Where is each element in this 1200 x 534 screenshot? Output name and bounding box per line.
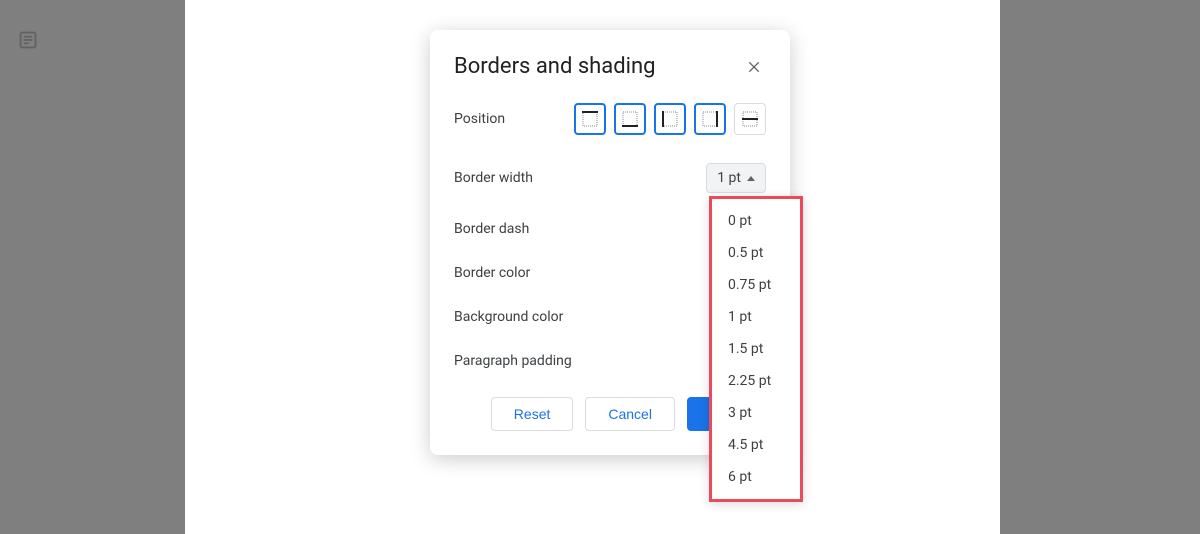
border-right-button[interactable] bbox=[694, 103, 726, 135]
close-button[interactable] bbox=[742, 55, 766, 79]
border-width-select[interactable]: 1 pt bbox=[706, 163, 766, 193]
border-dash-label: Border dash bbox=[454, 221, 529, 237]
cancel-button[interactable]: Cancel bbox=[585, 397, 675, 431]
width-value: 1 pt bbox=[717, 170, 741, 186]
width-option-2-25[interactable]: 2.25 pt bbox=[712, 365, 800, 397]
border-width-label: Border width bbox=[454, 170, 533, 186]
width-option-3[interactable]: 3 pt bbox=[712, 397, 800, 429]
position-label: Position bbox=[454, 111, 505, 127]
border-left-button[interactable] bbox=[654, 103, 686, 135]
width-option-6[interactable]: 6 pt bbox=[712, 461, 800, 493]
border-between-button[interactable] bbox=[734, 103, 766, 135]
chevron-up-icon bbox=[747, 176, 755, 181]
position-buttons bbox=[574, 103, 766, 135]
border-bottom-button[interactable] bbox=[614, 103, 646, 135]
background-color-label: Background color bbox=[454, 309, 563, 325]
border-color-label: Border color bbox=[454, 265, 530, 281]
width-option-0-75[interactable]: 0.75 pt bbox=[712, 269, 800, 301]
paragraph-padding-label: Paragraph padding bbox=[454, 353, 572, 369]
border-top-button[interactable] bbox=[574, 103, 606, 135]
width-option-1[interactable]: 1 pt bbox=[712, 301, 800, 333]
width-option-0-5[interactable]: 0.5 pt bbox=[712, 237, 800, 269]
width-option-4-5[interactable]: 4.5 pt bbox=[712, 429, 800, 461]
border-width-dropdown: 0 pt 0.5 pt 0.75 pt 1 pt 1.5 pt 2.25 pt … bbox=[709, 196, 803, 502]
width-option-0[interactable]: 0 pt bbox=[712, 205, 800, 237]
reset-button[interactable]: Reset bbox=[491, 397, 574, 431]
dialog-title: Borders and shading bbox=[454, 54, 656, 79]
width-option-1-5[interactable]: 1.5 pt bbox=[712, 333, 800, 365]
